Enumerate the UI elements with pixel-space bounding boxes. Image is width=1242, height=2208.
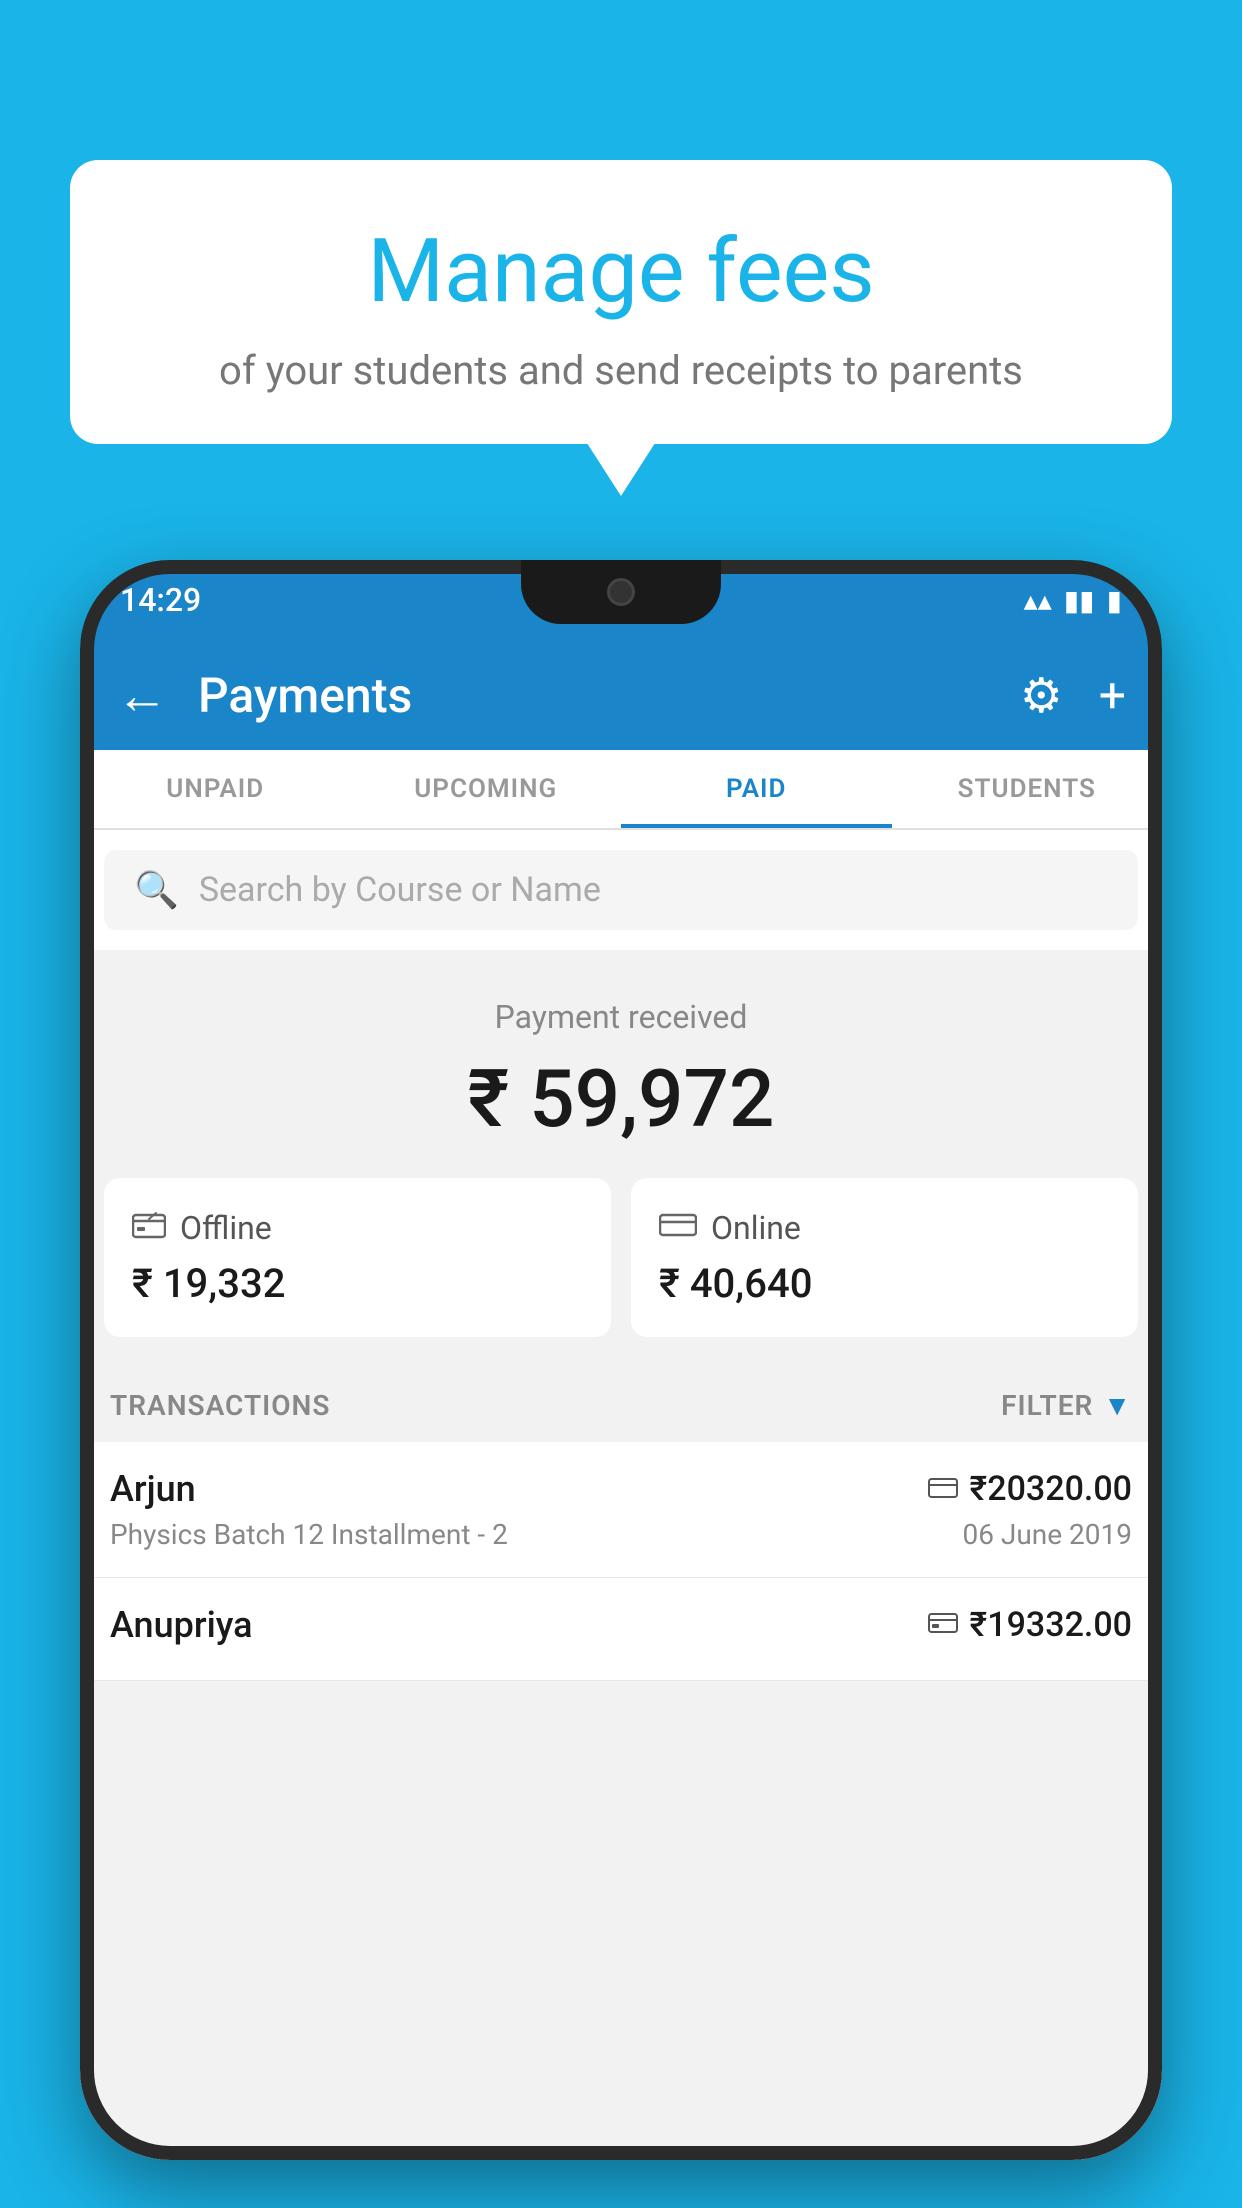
- top-bar-actions: ⚙ +: [1020, 667, 1126, 724]
- notch-camera: [607, 578, 635, 606]
- transaction-row-anupriya[interactable]: Anupriya ₹19332.00: [80, 1578, 1162, 1681]
- transaction-name-arjun: Arjun: [110, 1468, 196, 1510]
- online-card-header: Online: [659, 1208, 1110, 1248]
- bubble-subtitle: of your students and send receipts to pa…: [120, 347, 1122, 394]
- transaction-row-arjun[interactable]: Arjun ₹20320.00 Physics Batch 12 Install…: [80, 1442, 1162, 1578]
- online-amount: ₹ 40,640: [659, 1260, 1110, 1307]
- status-time: 14:29: [120, 581, 201, 619]
- filter-icon: ▼: [1103, 1389, 1132, 1422]
- tab-unpaid[interactable]: UNPAID: [80, 750, 351, 828]
- bubble-title: Manage fees: [120, 220, 1122, 323]
- offline-label: Offline: [180, 1209, 272, 1247]
- tab-students[interactable]: STUDENTS: [892, 750, 1163, 828]
- tab-upcoming[interactable]: UPCOMING: [351, 750, 622, 828]
- online-icon: [659, 1208, 697, 1248]
- offline-icon: [132, 1208, 166, 1248]
- transaction-offline-icon: [928, 1609, 958, 1642]
- payment-received-section: Payment received ₹ 59,972: [80, 950, 1162, 1178]
- back-button[interactable]: ←: [116, 665, 168, 726]
- payment-cards: Offline ₹ 19,332 Online: [80, 1178, 1162, 1369]
- filter-button[interactable]: FILTER ▼: [1001, 1389, 1132, 1422]
- search-box[interactable]: 🔍 Search by Course or Name: [104, 850, 1138, 930]
- offline-amount: ₹ 19,332: [132, 1260, 583, 1307]
- payment-received-amount: ₹ 59,972: [80, 1052, 1162, 1146]
- search-icon: 🔍: [134, 869, 179, 911]
- transaction-detail-arjun: Physics Batch 12 Installment - 2: [110, 1518, 508, 1551]
- speech-bubble: Manage fees of your students and send re…: [70, 160, 1172, 444]
- phone-notch: [521, 560, 721, 624]
- transaction-amount-anupriya: ₹19332.00: [970, 1605, 1132, 1645]
- transaction-amount-wrap-anupriya: ₹19332.00: [928, 1605, 1132, 1645]
- status-icons: ▴▴ ▮▮ ▮: [1024, 584, 1122, 617]
- tab-bar: UNPAID UPCOMING PAID STUDENTS: [80, 750, 1162, 830]
- offline-card-header: Offline: [132, 1208, 583, 1248]
- transaction-top-arjun: Arjun ₹20320.00: [110, 1468, 1132, 1510]
- page-title: Payments: [198, 667, 1020, 724]
- wifi-icon: ▴▴: [1024, 584, 1052, 617]
- search-placeholder: Search by Course or Name: [199, 870, 601, 910]
- signal-icon: ▮▮: [1064, 584, 1095, 617]
- offline-payment-card: Offline ₹ 19,332: [104, 1178, 611, 1337]
- transaction-card-icon: [928, 1473, 958, 1506]
- transaction-top-anupriya: Anupriya ₹19332.00: [110, 1604, 1132, 1646]
- battery-icon: ▮: [1107, 584, 1122, 617]
- filter-label: FILTER: [1001, 1389, 1093, 1422]
- search-container: 🔍 Search by Course or Name: [80, 830, 1162, 950]
- transaction-bottom-arjun: Physics Batch 12 Installment - 2 06 June…: [110, 1518, 1132, 1551]
- payment-received-label: Payment received: [80, 998, 1162, 1036]
- add-icon[interactable]: +: [1099, 667, 1126, 724]
- app-screen: ← Payments ⚙ + UNPAID UPCOMING PAID: [80, 640, 1162, 2160]
- phone-frame: 14:29 ▴▴ ▮▮ ▮ ← Payments ⚙ + UNPAID: [80, 560, 1162, 2160]
- transactions-header: TRANSACTIONS FILTER ▼: [80, 1369, 1162, 1442]
- transaction-amount-wrap-arjun: ₹20320.00: [928, 1469, 1132, 1509]
- transaction-name-anupriya: Anupriya: [110, 1604, 253, 1646]
- online-label: Online: [711, 1209, 801, 1247]
- phone-mockup: 14:29 ▴▴ ▮▮ ▮ ← Payments ⚙ + UNPAID: [80, 560, 1162, 2208]
- settings-icon[interactable]: ⚙: [1020, 667, 1063, 724]
- transaction-date-arjun: 06 June 2019: [962, 1518, 1132, 1551]
- transaction-amount-arjun: ₹20320.00: [970, 1469, 1132, 1509]
- tab-paid[interactable]: PAID: [621, 750, 892, 828]
- online-payment-card: Online ₹ 40,640: [631, 1178, 1138, 1337]
- transactions-label: TRANSACTIONS: [110, 1389, 330, 1422]
- top-bar: ← Payments ⚙ +: [80, 640, 1162, 750]
